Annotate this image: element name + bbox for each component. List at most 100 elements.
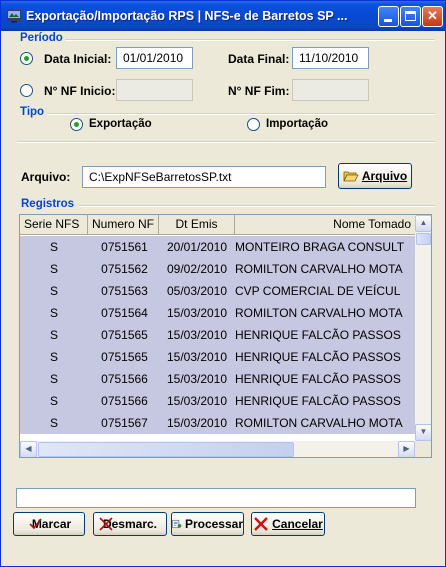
scroll-down-button[interactable]: ▼ [415, 424, 431, 441]
tipo-bottom-divider [17, 141, 435, 143]
cell-nome: ROMILTON CARVALHO MOTA [235, 416, 403, 430]
cell-numero: 0751561 [101, 240, 148, 254]
cell-dtemis: 05/03/2010 [166, 284, 228, 298]
main-window: Exportação/Importação RPS | NFS-e de Bar… [0, 0, 446, 567]
arquivo-browse-button[interactable]: Arquivo [338, 163, 412, 189]
cell-dtemis: 15/03/2010 [166, 372, 228, 386]
table-row[interactable]: S 0751565 15/03/2010 HENRIQUE FALCÃO PASSOS [20, 346, 415, 368]
registros-divider [79, 205, 435, 207]
cell-dtemis: 15/03/2010 [166, 416, 228, 430]
close-icon: ✕ [427, 8, 438, 23]
cell-numero: 0751567 [101, 416, 148, 430]
cell-serie: S [49, 372, 58, 386]
data-final-input[interactable]: 11/10/2010 [292, 47, 369, 69]
horizontal-scrollbar[interactable]: ◀ ▶ [20, 441, 415, 457]
cell-nome: HENRIQUE FALCÃO PASSOS [235, 328, 401, 342]
maximize-button[interactable] [400, 6, 421, 27]
cell-numero: 0751565 [101, 350, 148, 364]
exportacao-label: Exportação [89, 118, 152, 130]
tipo-group-label: Tipo [20, 106, 45, 118]
col-header-dtemis[interactable]: Dt Emis [159, 215, 235, 235]
scroll-right-button[interactable]: ▶ [398, 441, 415, 457]
close-button[interactable]: ✕ [422, 6, 443, 27]
cancelar-label: Cancelar [272, 517, 323, 531]
importacao-label: Importação [266, 118, 328, 130]
mark-icon [29, 518, 42, 530]
col-header-serie[interactable]: Serie NFS [20, 215, 88, 235]
data-inicial-input[interactable]: 01/01/2010 [116, 47, 193, 69]
cell-serie: S [49, 394, 58, 408]
cell-serie: S [49, 350, 58, 364]
cancelar-button[interactable]: Cancelar [251, 512, 325, 536]
cell-nome: HENRIQUE FALCÃO PASSOS [235, 350, 401, 364]
nf-fim-label: N° NF Fim: [228, 84, 290, 98]
tipo-divider [47, 113, 435, 115]
cell-nome: HENRIQUE FALCÃO PASSOS [235, 372, 401, 386]
app-icon [7, 10, 21, 23]
cell-nome: ROMILTON CARVALHO MOTA [235, 262, 403, 276]
table-row[interactable]: S 0751563 05/03/2010 CVP COMERCIAL DE VEÍCU… [20, 280, 415, 302]
table-row[interactable]: S 0751566 15/03/2010 HENRIQUE FALCÃO PASSOS [20, 390, 415, 412]
registros-group-label: Registros [21, 198, 75, 210]
importacao-radio[interactable] [247, 118, 260, 131]
col-header-nome[interactable]: Nome Tomado [235, 215, 415, 235]
arquivo-path-input[interactable]: C:\ExpNFSeBarretosSP.txt [82, 166, 326, 188]
cell-numero: 0751566 [101, 372, 148, 386]
table-row[interactable]: S 0751561 20/01/2010 MONTEIRO BRAGA CONSULT [20, 236, 415, 258]
table-row[interactable]: S 0751564 15/03/2010 ROMILTON CARVALHO MOTA [20, 302, 415, 324]
process-icon [172, 519, 182, 529]
desmarcar-button[interactable]: Desmarc. [93, 512, 167, 536]
periodo-group-label: Período [20, 32, 63, 44]
marcar-button[interactable]: Marcar [13, 512, 85, 536]
data-inicial-radio[interactable] [20, 52, 33, 65]
window-title: Exportação/Importação RPS | NFS-e de Bar… [26, 9, 348, 23]
cell-numero: 0751563 [101, 284, 148, 298]
table-row[interactable]: S 0751567 15/03/2010 ROMILTON CARVALHO MOTA [20, 412, 415, 434]
cell-numero: 0751566 [101, 394, 148, 408]
grid-rows: S 0751561 20/01/2010 MONTEIRO BRAGA CONSULT… [20, 236, 415, 441]
cell-dtemis: 15/03/2010 [166, 394, 228, 408]
scroll-up-button[interactable]: ▲ [415, 215, 431, 232]
cell-dtemis: 15/03/2010 [166, 306, 228, 320]
processar-label: Processar [184, 517, 243, 531]
col-header-numero[interactable]: Numero NF [88, 215, 159, 235]
vertical-scrollbar[interactable]: ▲ ▼ [415, 215, 431, 441]
cell-serie: S [49, 328, 58, 342]
cell-nome: ROMILTON CARVALHO MOTA [235, 306, 403, 320]
periodo-divider [65, 39, 435, 41]
arquivo-button-label: Arquivo [361, 169, 408, 183]
vertical-scroll-thumb[interactable] [416, 233, 431, 245]
registros-grid[interactable]: Serie NFS Numero NF Dt Emis Nome Tomado … [19, 214, 432, 458]
data-inicial-label: Data Inicial: [44, 52, 112, 66]
minimize-button[interactable] [378, 6, 399, 27]
nf-range-radio[interactable] [20, 84, 33, 97]
cell-numero: 0751562 [101, 262, 148, 276]
exportacao-radio[interactable] [70, 118, 83, 131]
table-row[interactable]: S 0751562 09/02/2010 ROMILTON CARVALHO MOTA [20, 258, 415, 280]
cell-nome: CVP COMERCIAL DE VEÍCUL [235, 284, 401, 298]
folder-open-icon [343, 171, 359, 182]
table-row[interactable]: S 0751565 15/03/2010 HENRIQUE FALCÃO PASSOS [20, 324, 415, 346]
cell-serie: S [49, 262, 58, 276]
cell-serie: S [49, 306, 58, 320]
minimize-icon [384, 19, 392, 22]
cell-numero: 0751564 [101, 306, 148, 320]
nf-inicio-input[interactable] [116, 79, 193, 101]
table-row[interactable]: S 0751566 15/03/2010 HENRIQUE FALCÃO PASSOS [20, 368, 415, 390]
cell-numero: 0751565 [101, 328, 148, 342]
cancel-x-icon [254, 517, 268, 531]
horizontal-scroll-thumb[interactable] [38, 442, 294, 457]
cell-serie: S [49, 240, 58, 254]
unmark-icon [99, 517, 113, 531]
grid-header: Serie NFS Numero NF Dt Emis Nome Tomado [20, 215, 415, 235]
cell-nome: MONTEIRO BRAGA CONSULT [235, 240, 405, 254]
cell-serie: S [49, 284, 58, 298]
scroll-left-button[interactable]: ◀ [20, 441, 37, 457]
scroll-corner [415, 441, 431, 457]
nf-fim-input[interactable] [292, 79, 369, 101]
cell-dtemis: 15/03/2010 [166, 328, 228, 342]
cell-dtemis: 15/03/2010 [166, 350, 228, 364]
data-final-label: Data Final: [228, 52, 290, 66]
title-bar[interactable]: Exportação/Importação RPS | NFS-e de Bar… [1, 1, 445, 31]
processar-button[interactable]: Processar [171, 512, 244, 536]
